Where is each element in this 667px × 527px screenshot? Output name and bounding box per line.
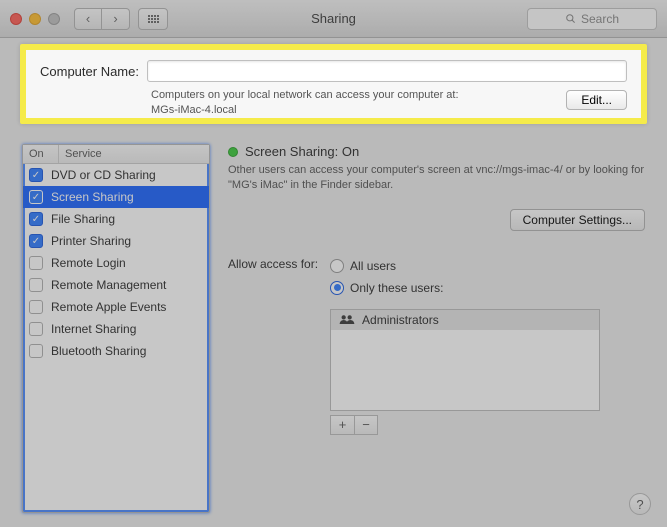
service-label: Screen Sharing (51, 190, 134, 204)
service-checkbox[interactable] (29, 322, 43, 336)
service-checkbox[interactable]: ✓ (29, 168, 43, 182)
edit-hostname-button[interactable]: Edit... (566, 90, 627, 110)
service-label: Remote Login (51, 256, 126, 270)
search-field[interactable]: Search (527, 8, 657, 30)
zoom-icon[interactable] (48, 13, 60, 25)
service-checkbox[interactable] (29, 256, 43, 270)
access-label: Allow access for: (228, 257, 318, 271)
user-row[interactable]: Administrators (331, 310, 599, 330)
service-row[interactable]: Remote Apple Events (23, 296, 209, 318)
titlebar: ‹ › Sharing Search (0, 0, 667, 38)
services-sidebar: On Service ✓ DVD or CD Sharing ✓ Screen Sha… (22, 144, 210, 513)
back-button[interactable]: ‹ (74, 8, 102, 30)
radio-all-users[interactable]: All users (330, 259, 600, 273)
users-icon (339, 314, 355, 326)
status-description: Other users can access your computer's s… (228, 163, 645, 193)
close-icon[interactable] (10, 13, 22, 25)
service-label: DVD or CD Sharing (51, 168, 156, 182)
nav-buttons: ‹ › (74, 8, 130, 30)
service-row[interactable]: ✓ DVD or CD Sharing (23, 164, 209, 186)
user-label: Administrators (362, 313, 439, 327)
column-service: Service (59, 145, 209, 163)
service-checkbox[interactable] (29, 278, 43, 292)
service-list[interactable]: ✓ DVD or CD Sharing ✓ Screen Sharing ✓ File S… (23, 164, 209, 512)
radio-icon (330, 281, 344, 295)
service-row[interactable]: ✓ Printer Sharing (23, 230, 209, 252)
add-remove-buttons: + − (330, 415, 600, 435)
service-checkbox[interactable] (29, 300, 43, 314)
service-checkbox[interactable] (29, 344, 43, 358)
radio-icon (330, 259, 344, 273)
service-label: Bluetooth Sharing (51, 344, 146, 358)
service-row[interactable]: Remote Login (23, 252, 209, 274)
show-all-button[interactable] (138, 8, 168, 30)
computer-settings-button[interactable]: Computer Settings... (510, 209, 645, 231)
service-label: File Sharing (51, 212, 115, 226)
service-row[interactable]: ✓ Screen Sharing (23, 186, 209, 208)
access-section: Allow access for: All users Only these u… (228, 257, 645, 435)
add-user-button[interactable]: + (330, 415, 354, 435)
grid-icon (148, 15, 159, 23)
search-placeholder: Search (581, 12, 619, 26)
computer-name-section: Computer Name: Computers on your local n… (20, 44, 647, 124)
status-indicator-icon (228, 147, 238, 157)
sidebar-header: On Service (23, 145, 209, 164)
column-on: On (23, 145, 59, 163)
content-area: On Service ✓ DVD or CD Sharing ✓ Screen Sha… (0, 130, 667, 527)
service-row[interactable]: ✓ File Sharing (23, 208, 209, 230)
remove-user-button[interactable]: − (354, 415, 378, 435)
service-row[interactable]: Internet Sharing (23, 318, 209, 340)
forward-button[interactable]: › (102, 8, 130, 30)
service-label: Internet Sharing (51, 322, 136, 336)
service-label: Remote Management (51, 278, 166, 292)
service-checkbox[interactable]: ✓ (29, 234, 43, 248)
service-row[interactable]: Bluetooth Sharing (23, 340, 209, 362)
status-row: Screen Sharing: On (228, 144, 645, 159)
service-checkbox[interactable]: ✓ (29, 190, 43, 204)
computer-name-label: Computer Name: (40, 64, 139, 79)
detail-pane: Screen Sharing: On Other users can acces… (228, 144, 645, 513)
service-label: Remote Apple Events (51, 300, 166, 314)
help-button[interactable]: ? (629, 493, 651, 515)
search-icon (565, 13, 576, 24)
window-controls (10, 13, 60, 25)
computer-name-input[interactable] (147, 60, 627, 82)
sharing-preferences-window: ‹ › Sharing Search Computer Name: (0, 0, 667, 527)
users-list[interactable]: Administrators (330, 309, 600, 411)
service-label: Printer Sharing (51, 234, 131, 248)
status-title: Screen Sharing: On (245, 144, 359, 159)
service-checkbox[interactable]: ✓ (29, 212, 43, 226)
minimize-icon[interactable] (29, 13, 41, 25)
computer-name-help: Computers on your local network can acce… (151, 88, 627, 118)
service-row[interactable]: Remote Management (23, 274, 209, 296)
radio-only-users[interactable]: Only these users: (330, 281, 600, 295)
